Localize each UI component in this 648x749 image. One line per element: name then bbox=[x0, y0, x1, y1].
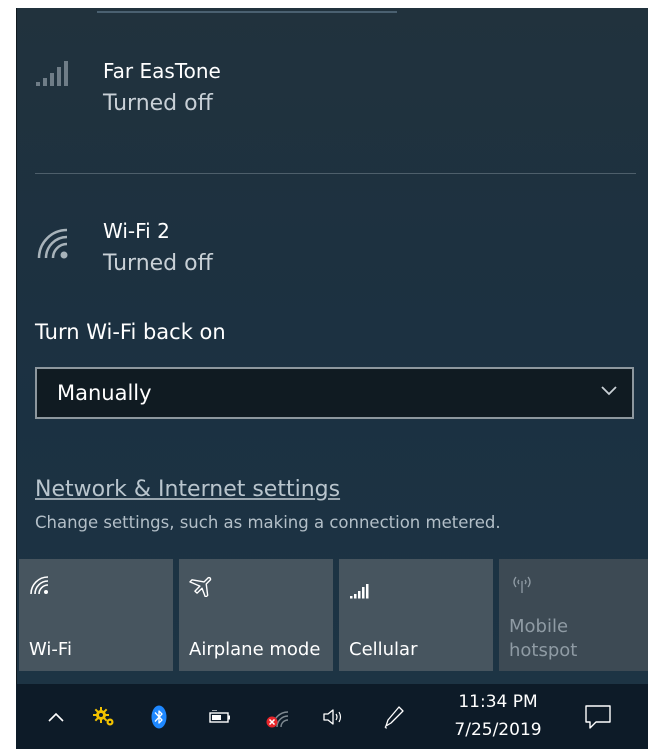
network-name: Far EasTone bbox=[103, 59, 221, 83]
bluetooth-icon bbox=[151, 705, 167, 728]
clock-time: 11:34 PM bbox=[458, 692, 538, 712]
quick-action-wifi[interactable]: Wi-Fi bbox=[19, 559, 173, 671]
bluetooth-tray-button[interactable] bbox=[142, 684, 176, 749]
tile-label: Airplane mode bbox=[189, 639, 321, 660]
dropdown-selected-value: Manually bbox=[57, 381, 152, 405]
cellular-signal-icon bbox=[36, 61, 68, 86]
chevron-down-icon bbox=[601, 386, 617, 396]
network-status: Turned off bbox=[103, 251, 213, 276]
turn-wifi-back-on-label: Turn Wi-Fi back on bbox=[35, 320, 226, 344]
tile-label: Wi-Fi bbox=[29, 639, 72, 660]
network-tray-button[interactable] bbox=[260, 684, 296, 749]
quick-action-cellular[interactable]: Cellular bbox=[339, 559, 493, 671]
network-settings-link[interactable]: Network & Internet settings bbox=[35, 476, 340, 504]
wifi-icon bbox=[30, 576, 49, 595]
volume-tray-button[interactable] bbox=[316, 684, 352, 749]
wifi-signal-icon bbox=[37, 228, 68, 259]
pen-icon bbox=[384, 705, 404, 728]
network-item-cellular[interactable]: Far EasTone Turned off bbox=[17, 8, 648, 173]
action-center-button[interactable] bbox=[574, 684, 622, 749]
battery-icon bbox=[209, 709, 230, 723]
airplane-icon bbox=[189, 576, 212, 597]
network-item-wifi[interactable]: Wi-Fi 2 Turned off bbox=[17, 174, 648, 304]
settings-tray-button[interactable] bbox=[86, 684, 122, 749]
tile-label-line1: Mobile bbox=[509, 616, 569, 637]
tile-label: Cellular bbox=[349, 639, 418, 660]
volume-icon bbox=[323, 708, 342, 725]
network-settings-description: Change settings, such as making a connec… bbox=[35, 513, 501, 532]
quick-action-mobile-hotspot[interactable]: Mobile hotspot bbox=[499, 559, 648, 671]
pen-workspace-button[interactable] bbox=[376, 684, 412, 749]
battery-tray-button[interactable] bbox=[202, 684, 238, 749]
taskbar-clock[interactable]: 11:34 PM 7/25/2019 bbox=[448, 688, 548, 744]
quick-action-airplane-mode[interactable]: Airplane mode bbox=[179, 559, 333, 671]
action-center-icon bbox=[585, 704, 611, 729]
cellular-icon bbox=[350, 584, 369, 599]
clock-date: 7/25/2019 bbox=[454, 720, 542, 740]
tile-label: Mobile hotspot bbox=[509, 615, 577, 663]
tile-label-line2: hotspot bbox=[509, 640, 578, 661]
chevron-up-icon bbox=[48, 712, 64, 722]
wifi-disconnected-icon bbox=[266, 710, 289, 727]
network-status: Turned off bbox=[103, 91, 213, 116]
network-flyout: Far EasTone Turned off Wi-Fi 2 Turned of… bbox=[16, 8, 648, 684]
network-name: Wi-Fi 2 bbox=[103, 219, 170, 243]
show-hidden-icons-button[interactable] bbox=[36, 684, 76, 749]
settings-gear-icon bbox=[93, 706, 114, 725]
wifi-back-on-dropdown[interactable]: Manually bbox=[35, 367, 634, 419]
mobile-hotspot-icon bbox=[513, 576, 531, 593]
taskbar: 11:34 PM 7/25/2019 bbox=[16, 684, 648, 749]
